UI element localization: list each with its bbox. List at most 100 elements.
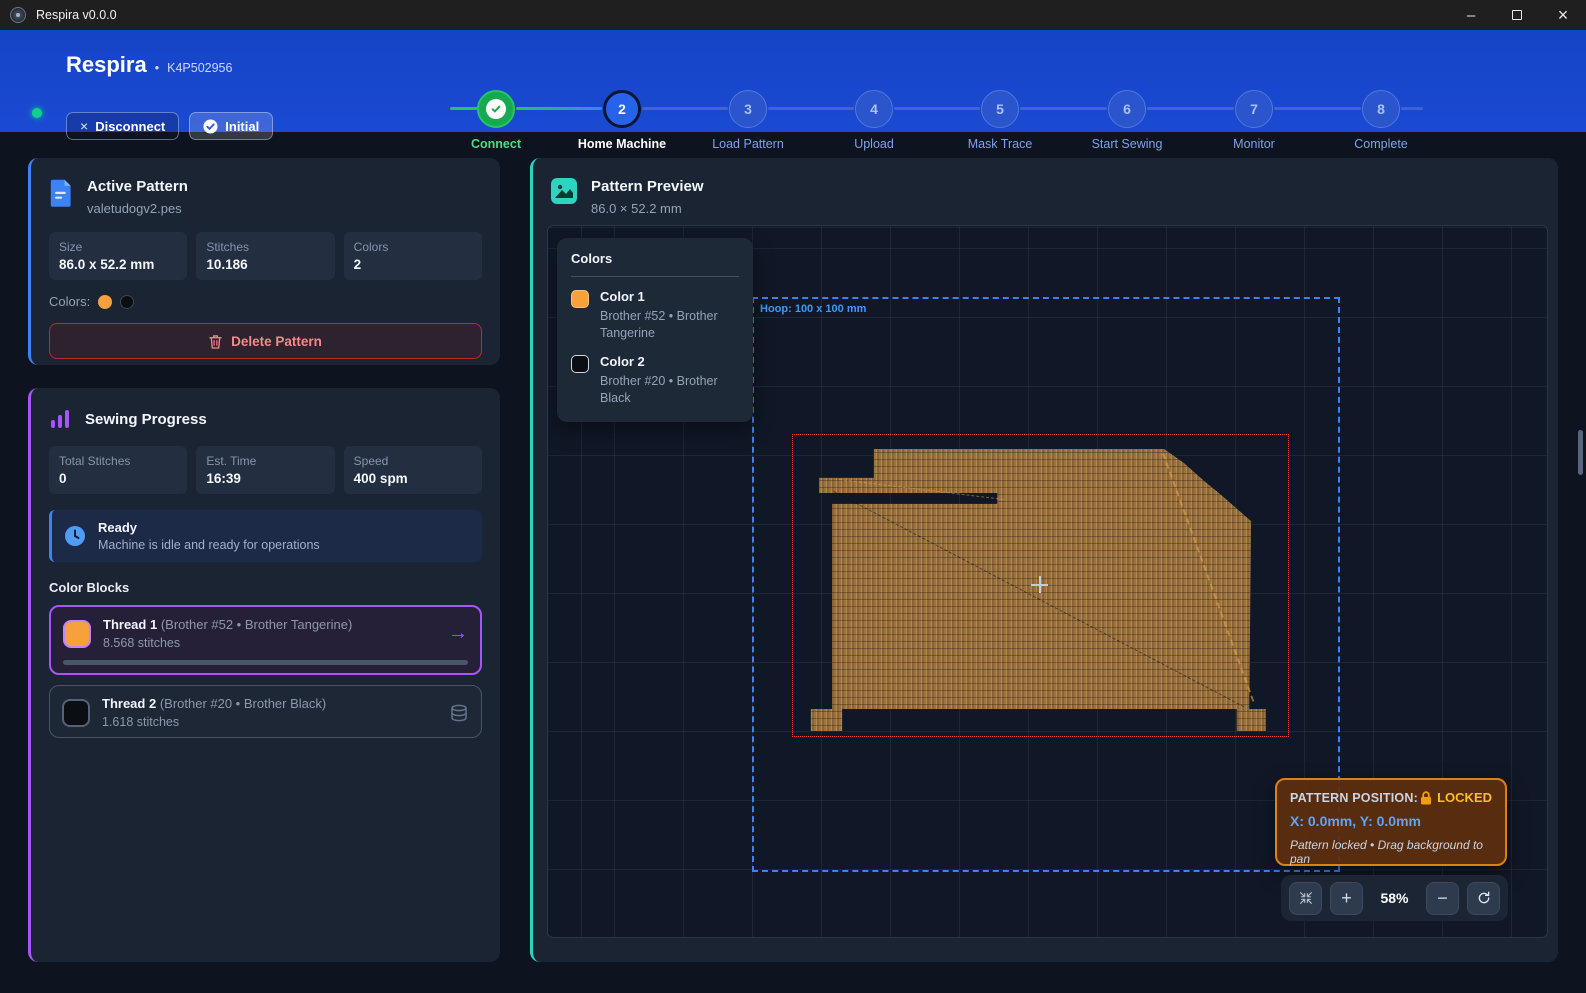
connection-status-dot [32,108,42,118]
step-mask-trace[interactable]: 5 Mask Trace [937,90,1063,151]
disconnect-button[interactable]: × Disconnect [66,112,179,140]
delete-pattern-label: Delete Pattern [231,334,322,349]
step-connect[interactable]: Connect [433,90,559,151]
stat-speed: Speed 400 spm [344,446,482,494]
lock-icon [1420,791,1432,805]
legend-swatch-orange [571,290,589,308]
thread-1-progress-bar [63,660,468,665]
stat-value: 400 spm [354,471,472,486]
thread-2-swatch [62,699,90,727]
scrollbar-thumb[interactable] [1578,430,1583,475]
step-circle: 8 [1362,90,1400,128]
trash-icon [209,334,222,349]
colors-legend: Colors Color 1 Brother #52 • Brother Tan… [557,238,753,422]
zoom-out-button[interactable]: − [1426,882,1459,915]
thread-detail: (Brother #52 • Brother Tangerine) [161,617,352,632]
stat-label: Speed [354,454,472,468]
legend-color-detail: Brother #52 • Brother Tangerine [600,308,739,342]
separator: • [155,61,159,75]
zoom-toolbar: + 58% − [1281,875,1508,921]
thread-1-block[interactable]: Thread 1 (Brother #52 • Brother Tangerin… [49,605,482,675]
pattern-coordinates: X: 0.0mm, Y: 0.0mm [1290,813,1492,829]
step-monitor[interactable]: 7 Monitor [1191,90,1317,151]
close-button[interactable]: × [1540,0,1586,30]
legend-color-name: Color 2 [600,354,739,369]
locked-badge: LOCKED [1437,790,1492,805]
step-label: Upload [854,137,894,151]
stat-label: Colors [354,240,472,254]
stat-value: 10.186 [206,257,324,272]
stat-est-time: Est. Time 16:39 [196,446,334,494]
legend-divider [571,276,739,277]
legend-title: Colors [571,251,739,266]
pattern-position-overlay: PATTERN POSITION: LOCKED X: 0.0mm, Y: 0.… [1275,778,1507,866]
step-circle: 4 [855,90,893,128]
file-icon [49,178,73,208]
step-home-machine[interactable]: 2 Home Machine [559,90,685,151]
image-icon [551,178,577,204]
step-label: Load Pattern [712,137,784,151]
stat-value: 16:39 [206,471,324,486]
window-titlebar: Respira v0.0.0 – × [0,0,1586,30]
clock-icon [64,525,86,547]
stat-label: Total Stitches [59,454,177,468]
app-header: Respira • K4P502956 × Disconnect Initial [0,30,1586,132]
x-icon: × [80,118,88,134]
colors-label: Colors: [49,294,90,309]
stat-value: 86.0 x 52.2 mm [59,257,177,272]
machine-status: Ready Machine is idle and ready for oper… [49,510,482,562]
legend-color-name: Color 1 [600,289,739,304]
stat-label: Est. Time [206,454,324,468]
fit-to-screen-button[interactable] [1289,882,1322,915]
initial-button[interactable]: Initial [189,112,273,140]
step-load-pattern[interactable]: 3 Load Pattern [685,90,811,151]
maximize-button[interactable] [1494,0,1540,30]
active-pattern-card: Active Pattern valetudogv2.pes Size 86.0… [28,158,500,365]
zoom-level: 58% [1371,890,1418,906]
legend-item-color-2: Color 2 Brother #20 • Brother Black [571,354,739,407]
refresh-icon [1476,890,1492,906]
layers-icon [449,703,469,723]
stat-value: 0 [59,471,177,486]
pattern-preview-title: Pattern Preview [591,178,704,195]
stat-label: Stitches [206,240,324,254]
center-crosshair-icon [1031,576,1048,593]
app-icon [10,7,26,23]
initial-label: Initial [225,119,259,134]
delete-pattern-button[interactable]: Delete Pattern [49,323,482,359]
pattern-dimensions: 86.0 × 52.2 mm [591,201,704,216]
sewing-progress-title: Sewing Progress [85,411,207,428]
app-name: Respira [66,52,147,78]
minimize-button[interactable]: – [1448,0,1494,30]
thread-stitches: 1.618 stitches [102,715,326,729]
step-label: Connect [471,137,521,151]
step-complete[interactable]: 8 Complete [1318,90,1444,151]
stat-value: 2 [354,257,472,272]
stat-colors: Colors 2 [344,232,482,280]
thread-name: Thread 2 [102,696,156,711]
step-label: Home Machine [578,137,666,151]
thread-2-block[interactable]: Thread 2 (Brother #20 • Brother Black) 1… [49,685,482,738]
active-pattern-title: Active Pattern [87,178,188,195]
step-circle: 2 [603,90,641,128]
color-dot-orange [98,295,112,309]
step-circle: 5 [981,90,1019,128]
hoop-label: Hoop: 100 x 100 mm [760,303,866,315]
disconnect-label: Disconnect [95,119,165,134]
step-label: Complete [1354,137,1408,151]
sewing-progress-card: Sewing Progress Total Stitches 0 Est. Ti… [28,388,500,962]
color-dot-black [120,295,134,309]
step-start-sewing[interactable]: 6 Start Sewing [1064,90,1190,151]
zoom-in-button[interactable]: + [1330,882,1363,915]
legend-swatch-black [571,355,589,373]
maximize-icon [1512,10,1522,20]
preview-canvas[interactable]: Hoop: 100 x 100 mm Colors Color 1 Brothe… [547,225,1548,938]
check-icon [486,99,506,119]
step-upload[interactable]: 4 Upload [811,90,937,151]
stat-size: Size 86.0 x 52.2 mm [49,232,187,280]
reset-view-button[interactable] [1467,882,1500,915]
step-label: Mask Trace [968,137,1033,151]
status-title: Ready [98,520,320,535]
step-circle [477,90,515,128]
arrow-right-icon: → [448,622,468,645]
